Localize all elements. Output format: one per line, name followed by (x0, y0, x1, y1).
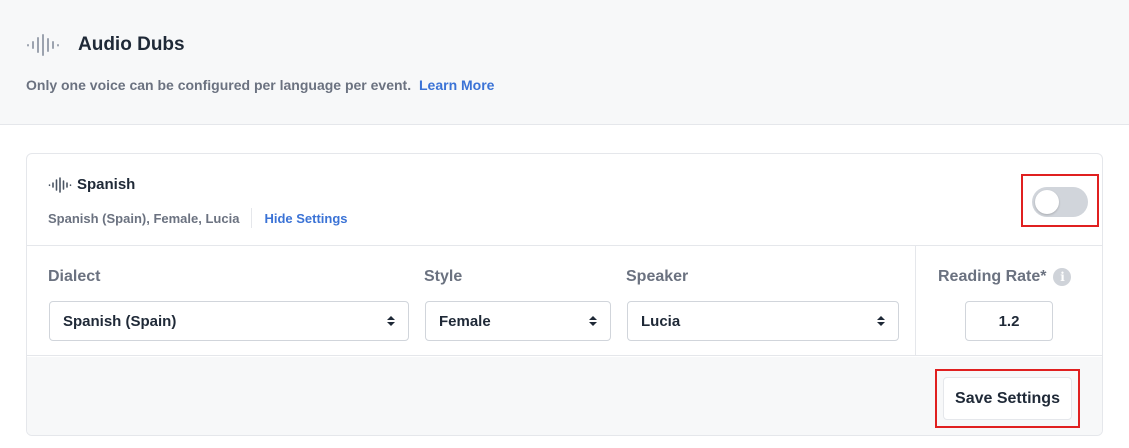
audio-waveform-icon (27, 34, 59, 56)
dialect-value: Spanish (Spain) (63, 312, 177, 330)
save-highlight: Save Settings (935, 369, 1080, 428)
language-summary: Spanish (Spain), Female, Lucia (48, 210, 240, 226)
audio-waveform-icon (48, 176, 72, 193)
learn-more-link[interactable]: Learn More (419, 77, 494, 93)
style-select[interactable]: Female (425, 301, 611, 341)
save-settings-button[interactable]: Save Settings (943, 377, 1072, 420)
language-card: Spanish Spanish (Spain), Female, Lucia H… (26, 153, 1103, 436)
reading-rate-input[interactable] (965, 301, 1053, 341)
sort-caret-icon (589, 316, 597, 326)
toggle-knob (1035, 190, 1059, 214)
rate-divider (915, 246, 916, 356)
sort-caret-icon (387, 316, 395, 326)
toggle-highlight (1021, 174, 1099, 227)
header-note-text: Only one voice can be configured per lan… (26, 77, 412, 93)
dialect-label: Dialect (48, 268, 101, 285)
header-panel: Audio Dubs Only one voice can be configu… (0, 0, 1129, 125)
header-note: Only one voice can be configured per lan… (26, 77, 494, 93)
style-value: Female (439, 312, 491, 330)
settings-row: Dialect Spanish (Spain) Style Female Spe… (27, 246, 1102, 356)
page-title: Audio Dubs (78, 34, 185, 55)
language-row: Spanish Spanish (Spain), Female, Lucia H… (27, 154, 1102, 246)
speaker-select[interactable]: Lucia (627, 301, 899, 341)
speaker-value: Lucia (641, 312, 681, 330)
dialect-select[interactable]: Spanish (Spain) (49, 301, 409, 341)
hide-settings-link[interactable]: Hide Settings (264, 211, 347, 226)
reading-rate-label: Reading Rate* (938, 268, 1047, 285)
meta-divider (251, 208, 253, 228)
header-title-row: Audio Dubs (26, 33, 185, 57)
language-meta: Spanish (Spain), Female, Lucia Hide Sett… (48, 208, 348, 228)
info-icon[interactable]: i (1053, 268, 1072, 286)
style-label: Style (424, 268, 463, 285)
language-enabled-toggle[interactable] (1032, 187, 1088, 217)
language-name: Spanish (77, 176, 136, 193)
speaker-label: Speaker (626, 268, 689, 285)
sort-caret-icon (877, 316, 885, 326)
card-footer: Save Settings (27, 357, 1102, 435)
language-name-row: Spanish (48, 176, 135, 193)
reading-rate-label-row: Reading Rate* i (938, 268, 1072, 286)
